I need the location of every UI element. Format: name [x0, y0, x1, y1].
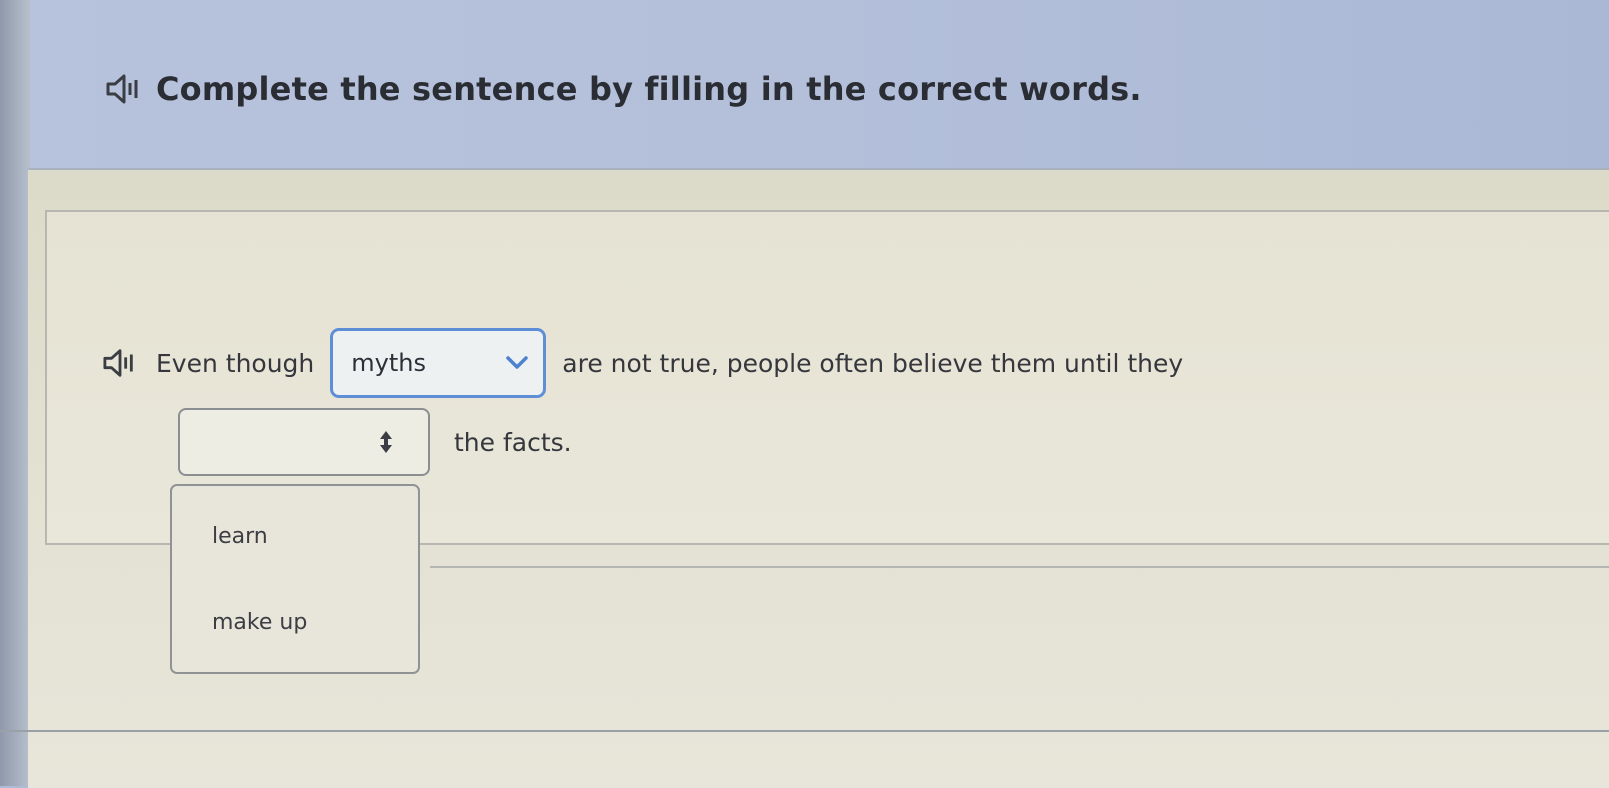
word-dropdown-2[interactable]	[178, 408, 430, 476]
option-make-up[interactable]: make up	[212, 610, 307, 635]
word-dropdown-1[interactable]: myths	[330, 328, 547, 398]
sentence-text-part1: Even though	[156, 348, 315, 378]
sentence-text-part2: are not true, people often believe them …	[562, 348, 1184, 378]
instruction: Complete the sentence by filling in the …	[104, 70, 1142, 108]
sentence-text-part3: the facts.	[454, 427, 572, 457]
instruction-text: Complete the sentence by filling in the …	[156, 70, 1142, 108]
up-down-arrow-icon	[380, 431, 392, 453]
speaker-icon[interactable]	[104, 71, 144, 107]
bottom-divider	[0, 730, 1609, 732]
dropdown-options-list: learn make up	[170, 484, 420, 674]
dropdown-1-value: myths	[351, 349, 426, 377]
sentence-line-1: Even though myths are not true, people o…	[100, 325, 1183, 401]
sentence-line-2: the facts.	[178, 408, 572, 476]
speaker-icon[interactable]	[100, 346, 140, 380]
left-edge	[0, 0, 30, 786]
divider	[430, 566, 1609, 568]
option-learn[interactable]: learn	[212, 524, 268, 549]
chevron-down-icon	[506, 356, 529, 369]
